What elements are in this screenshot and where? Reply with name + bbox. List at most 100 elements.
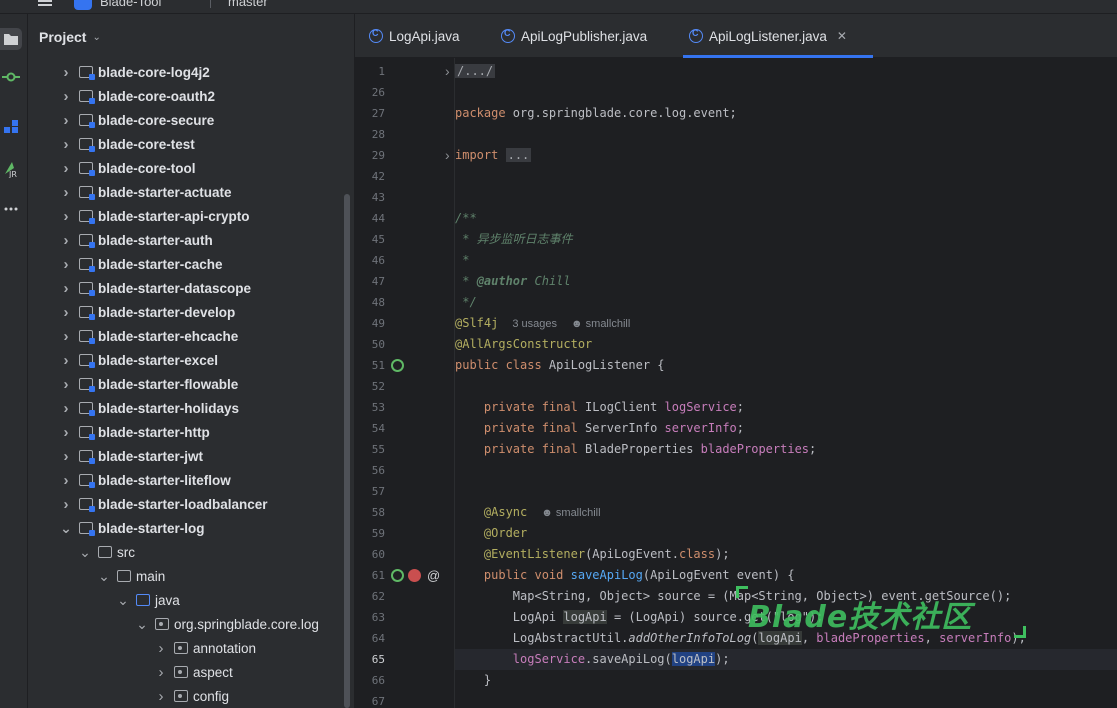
line-number[interactable]: 56 [355,460,385,481]
author-hint[interactable]: ☻ smallchill [571,318,630,330]
line-number[interactable]: 64 [355,628,385,649]
tree-item[interactable]: › annotation [28,636,344,660]
chevron-down-icon[interactable]: ⌄ [92,32,100,43]
branch-name[interactable]: master [228,0,268,9]
chevron-right-icon[interactable]: › [61,132,71,156]
line-number[interactable]: 50 [355,334,385,355]
event-listener-icon[interactable] [391,569,404,582]
project-header[interactable]: Project ⌄ [28,14,354,60]
line-number[interactable]: 44 [355,208,385,229]
chevron-right-icon[interactable]: › [61,324,71,348]
tree-item[interactable]: › blade-starter-cache [28,252,344,276]
structure-icon[interactable] [0,116,22,138]
tree-item[interactable]: › blade-core-oauth2 [28,84,344,108]
commit-icon[interactable] [0,66,22,88]
more-tools-icon[interactable] [0,198,22,220]
tree-item[interactable]: ⌄ main [28,564,344,588]
line-number[interactable]: 66 [355,670,385,691]
tree-item[interactable]: › blade-core-test [28,132,344,156]
tree-item[interactable]: › blade-core-tool [28,156,344,180]
chevron-right-icon[interactable]: › [61,276,71,300]
main-menu-icon[interactable] [38,0,52,6]
project-name[interactable]: Blade-Tool [100,0,161,9]
chevron-down-icon[interactable]: ⌄ [136,612,148,636]
line-number[interactable]: 27 [355,103,385,124]
annotation-at-icon[interactable]: @ [427,569,440,582]
line-number[interactable]: 26 [355,82,385,103]
line-number[interactable]: 43 [355,187,385,208]
line-number[interactable]: 48 [355,292,385,313]
line-number[interactable]: 57 [355,481,385,502]
tree-item[interactable]: › blade-starter-holidays [28,396,344,420]
tree-item[interactable]: › blade-starter-http [28,420,344,444]
spring-bean-icon[interactable] [391,359,404,372]
tree-item[interactable]: › blade-starter-excel [28,348,344,372]
tree-item[interactable]: › blade-starter-flowable [28,372,344,396]
line-number[interactable]: 55 [355,439,385,460]
project-title[interactable]: Project [39,29,86,45]
tab-logapi[interactable]: LogApi.java [369,14,460,58]
chevron-down-icon[interactable]: ⌄ [79,540,91,564]
chevron-right-icon[interactable]: › [61,180,71,204]
line-number[interactable]: 28 [355,124,385,145]
chevron-right-icon[interactable]: › [61,372,71,396]
tree-item[interactable]: › blade-starter-jwt [28,444,344,468]
line-number[interactable]: 54 [355,418,385,439]
line-number[interactable]: 1 [355,61,385,82]
tree-item[interactable]: › blade-starter-api-crypto [28,204,344,228]
tree-item[interactable]: › blade-starter-actuate [28,180,344,204]
line-number[interactable]: 67 [355,691,385,708]
chevron-right-icon[interactable]: › [61,300,71,324]
folded-header[interactable]: /.../ [455,64,496,78]
chevron-right-icon[interactable]: › [156,636,166,660]
chevron-right-icon[interactable]: › [61,108,71,132]
line-number[interactable]: 59 [355,523,385,544]
tree-item[interactable]: › blade-core-log4j2 [28,60,344,84]
tab-apilogpublisher[interactable]: ApiLogPublisher.java [501,14,647,58]
tree-item[interactable]: ⌄ blade-starter-log [28,516,344,540]
chevron-right-icon[interactable]: › [61,252,71,276]
chevron-right-icon[interactable]: › [61,204,71,228]
tree-item[interactable]: › blade-core-secure [28,108,344,132]
line-number[interactable]: 63 [355,607,385,628]
line-number[interactable]: 60 [355,544,385,565]
line-number[interactable]: 52 [355,376,385,397]
tree-item[interactable]: › blade-starter-loadbalancer [28,492,344,516]
chevron-down-icon[interactable]: ⌄ [60,516,72,540]
chevron-right-icon[interactable]: › [61,468,71,492]
line-number[interactable]: 45 [355,229,385,250]
line-number[interactable]: 29 [355,145,385,166]
chevron-right-icon[interactable]: › [61,348,71,372]
close-tab-icon[interactable]: ✕ [837,29,847,43]
usages-hint[interactable]: 3 usages [512,318,557,330]
line-number[interactable]: 58 [355,502,385,523]
line-number[interactable]: 49 [355,313,385,334]
chevron-down-icon[interactable]: ⌄ [117,588,129,612]
line-number[interactable]: 53 [355,397,385,418]
tree-item[interactable]: › blade-starter-liteflow [28,468,344,492]
chevron-right-icon[interactable]: › [61,156,71,180]
line-number[interactable]: 42 [355,166,385,187]
chevron-right-icon[interactable]: › [61,228,71,252]
jrebel-icon[interactable]: JR [0,158,22,180]
chevron-right-icon[interactable]: › [61,60,71,84]
chevron-right-icon[interactable]: › [61,420,71,444]
tree-item[interactable]: ⌄ org.springblade.core.log [28,612,344,636]
tree-item[interactable]: › blade-starter-datascope [28,276,344,300]
fold-expand-icon[interactable]: › [445,61,450,82]
tree-item[interactable]: › blade-starter-develop [28,300,344,324]
line-number[interactable]: 61 [355,565,385,586]
chevron-right-icon[interactable]: › [61,444,71,468]
tree-item[interactable]: ⌄ src [28,540,344,564]
jrebel-method-icon[interactable] [408,569,421,582]
chevron-right-icon[interactable]: › [61,84,71,108]
tree-item[interactable]: › aspect [28,660,344,684]
chevron-right-icon[interactable]: › [61,492,71,516]
tree-item[interactable]: › blade-starter-auth [28,228,344,252]
folded-imports[interactable]: ... [505,148,532,162]
project-folder-icon[interactable] [0,28,22,50]
chevron-right-icon[interactable]: › [156,684,166,708]
line-number[interactable]: 51 [355,355,385,376]
chevron-right-icon[interactable]: › [61,396,71,420]
fold-expand-icon[interactable]: › [445,145,450,166]
